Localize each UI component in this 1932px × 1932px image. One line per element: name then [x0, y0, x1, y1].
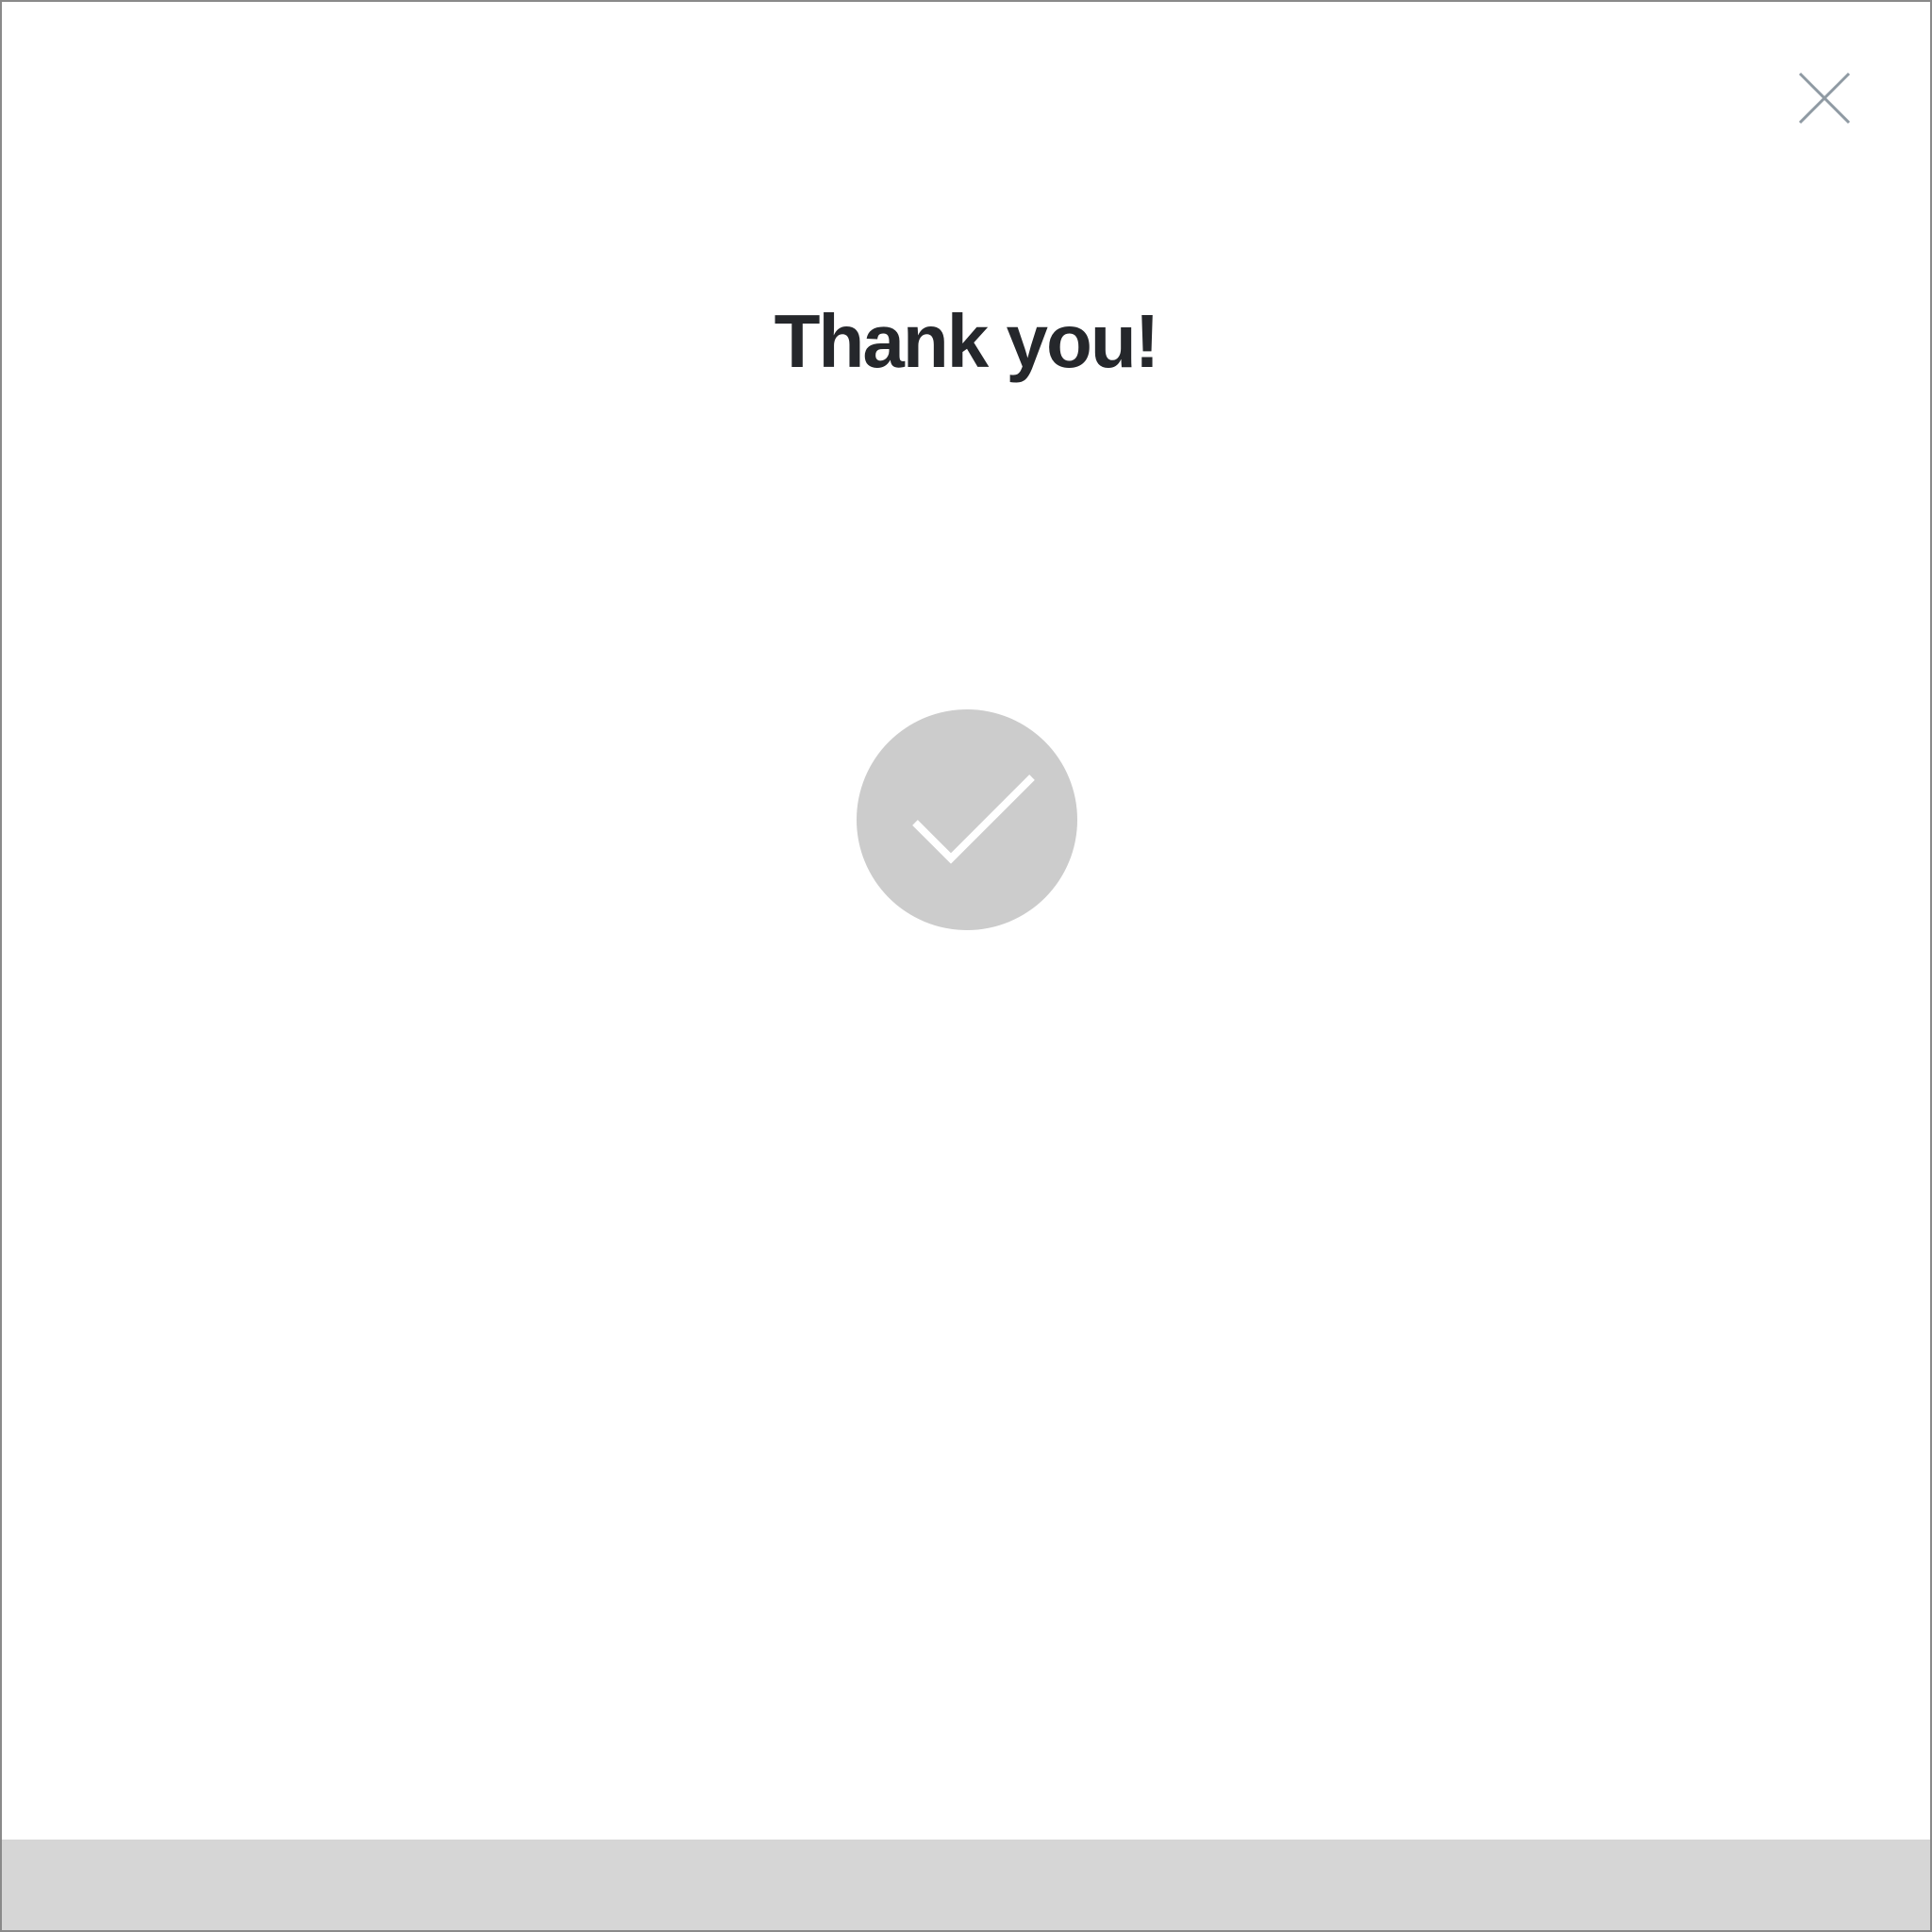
success-badge: [857, 709, 1077, 930]
thank-you-dialog: Thank you!: [0, 0, 1932, 1932]
dialog-title: Thank you!: [774, 299, 1160, 383]
footer-bar: [2, 1840, 1930, 1930]
close-button[interactable]: [1796, 70, 1853, 126]
checkmark-icon: [912, 774, 1035, 864]
close-icon: [1798, 72, 1851, 125]
